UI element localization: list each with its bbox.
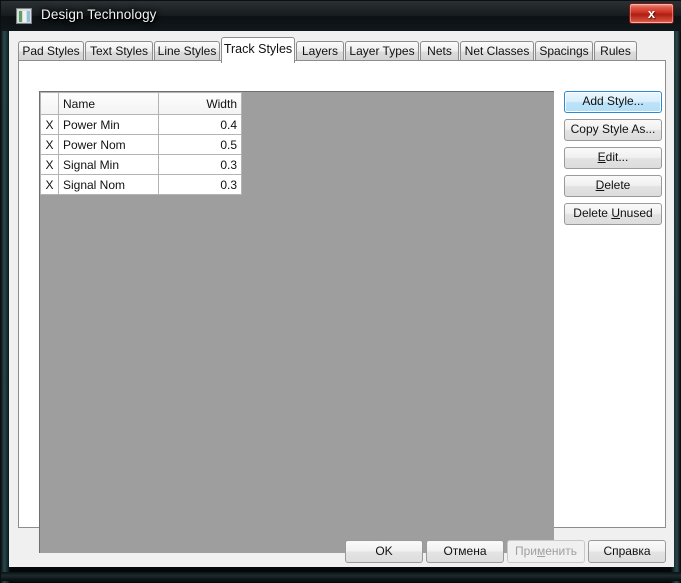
table-header-row: Name Width xyxy=(40,92,243,115)
tab-track-styles[interactable]: Track Styles xyxy=(221,37,295,63)
table-row[interactable]: X Signal Min 0.3 xyxy=(40,154,243,175)
dialog-window: Design Technology x Pad Styles Text Style… xyxy=(0,0,681,583)
tab-nets[interactable]: Nets xyxy=(420,41,459,62)
close-button[interactable]: x xyxy=(629,3,674,24)
row-mark-cell[interactable]: X xyxy=(40,134,59,155)
row-width-cell[interactable]: 0.4 xyxy=(157,114,243,135)
apply-button: Применить xyxy=(507,540,585,563)
track-styles-list-area[interactable]: Name Width X Power Min 0.4 X Power Nom 0.5 X Si… xyxy=(39,91,554,553)
tab-spacings[interactable]: Spacings xyxy=(535,41,593,62)
tab-layers[interactable]: Layers xyxy=(296,41,344,62)
table-body: X Power Min 0.4 X Power Nom 0.5 X Signal Min 0.3… xyxy=(40,114,243,195)
tab-rules[interactable]: Rules xyxy=(594,41,637,62)
track-styles-table[interactable]: Name Width X Power Min 0.4 X Power Nom 0.5 X Si… xyxy=(40,92,243,195)
close-icon: x xyxy=(647,6,656,21)
tab-line-styles[interactable]: Line Styles xyxy=(154,41,220,62)
row-name-cell[interactable]: Signal Nom xyxy=(57,174,159,195)
row-name-cell[interactable]: Power Min xyxy=(57,114,159,135)
delete-button[interactable]: Delete xyxy=(564,175,662,197)
table-row[interactable]: X Power Min 0.4 xyxy=(40,114,243,135)
row-mark-cell[interactable]: X xyxy=(40,174,59,195)
dialog-client-area: Pad Styles Text Styles Line Styles Track St… xyxy=(9,31,674,567)
style-action-buttons: Add Style... Copy Style As... Edit... Delet… xyxy=(564,91,664,231)
tab-panel-track-styles: Name Width X Power Min 0.4 X Power Nom 0.5 X Si… xyxy=(18,60,666,553)
row-mark-cell[interactable]: X xyxy=(40,154,59,175)
row-width-cell[interactable]: 0.3 xyxy=(157,174,243,195)
help-button[interactable]: Справка xyxy=(588,540,666,563)
column-header-name[interactable]: Name xyxy=(57,92,159,115)
app-window-icon xyxy=(16,8,32,24)
tab-layer-types[interactable]: Layer Types xyxy=(345,41,419,62)
column-header-width[interactable]: Width xyxy=(157,92,243,115)
cancel-button[interactable]: Отмена xyxy=(426,540,504,563)
row-name-cell[interactable]: Power Nom xyxy=(57,134,159,155)
row-mark-cell[interactable]: X xyxy=(40,114,59,135)
tab-net-classes[interactable]: Net Classes xyxy=(460,41,534,62)
ok-button[interactable]: OK xyxy=(345,540,423,563)
tab-strip: Pad Styles Text Styles Line Styles Track St… xyxy=(18,37,666,63)
delete-unused-button[interactable]: Delete Unused xyxy=(564,203,662,225)
edit-button[interactable]: Edit... xyxy=(564,147,662,169)
tab-text-styles[interactable]: Text Styles xyxy=(85,41,153,62)
add-style-button[interactable]: Add Style... xyxy=(564,91,662,113)
copy-style-as-button[interactable]: Copy Style As... xyxy=(564,119,662,141)
table-row[interactable]: X Signal Nom 0.3 xyxy=(40,174,243,195)
row-width-cell[interactable]: 0.5 xyxy=(157,134,243,155)
window-frame-bottom xyxy=(1,572,681,581)
table-row[interactable]: X Power Nom 0.5 xyxy=(40,134,243,155)
window-title: Design Technology xyxy=(41,7,157,22)
row-name-cell[interactable]: Signal Min xyxy=(57,154,159,175)
row-width-cell[interactable]: 0.3 xyxy=(157,154,243,175)
tab-pad-styles[interactable]: Pad Styles xyxy=(18,41,84,62)
column-header-mark[interactable] xyxy=(40,92,59,115)
title-bar[interactable]: Design Technology x xyxy=(1,1,681,31)
dialog-buttons: OK Отмена Применить Справка xyxy=(9,534,674,567)
